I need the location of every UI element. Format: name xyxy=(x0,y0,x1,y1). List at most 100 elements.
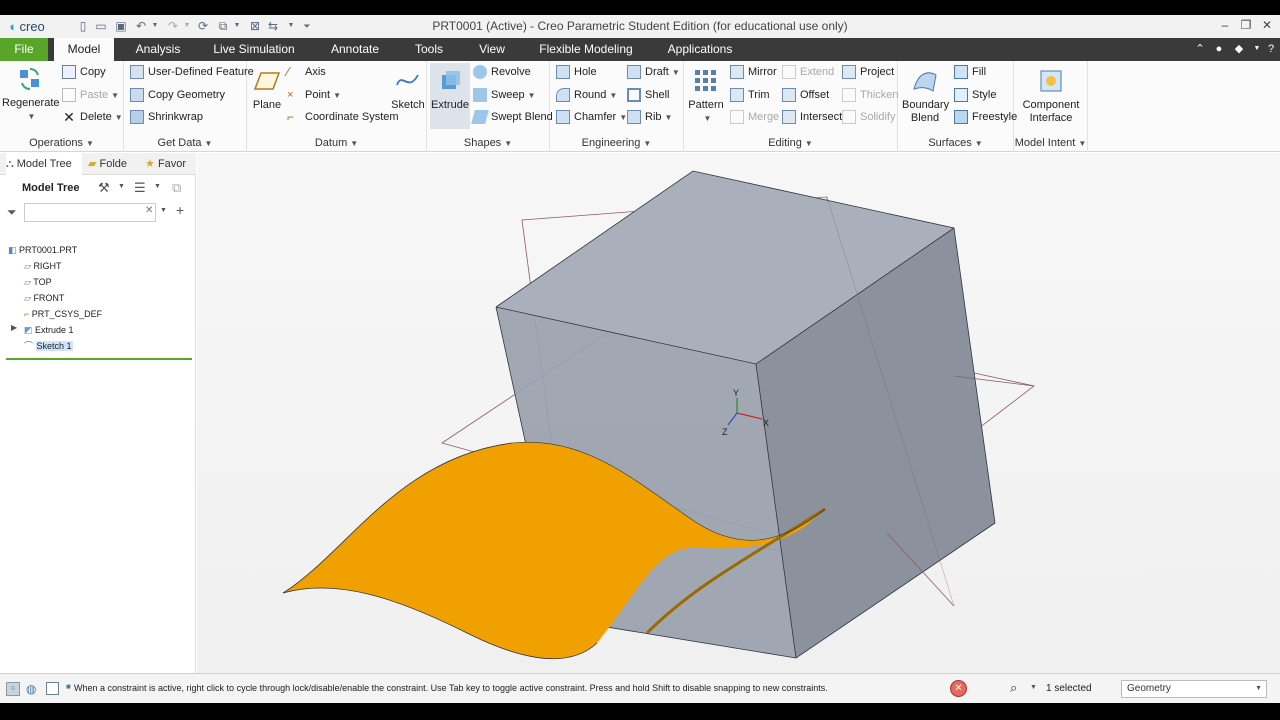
maximize-icon[interactable]: ❐ xyxy=(1237,18,1255,34)
intersect-button[interactable]: Intersect xyxy=(782,108,842,126)
project-button[interactable]: Project xyxy=(842,63,894,81)
clear-search-icon[interactable]: ✕ xyxy=(145,205,153,216)
round-button[interactable]: Round ▼ xyxy=(556,86,617,104)
csys-button[interactable]: ⌐ Coordinate System xyxy=(287,108,399,126)
open-folder-icon[interactable]: ▭ xyxy=(94,19,108,33)
group-label-engineering[interactable]: Engineering ▼ xyxy=(550,137,683,149)
tree-item-top[interactable]: ▱ TOP xyxy=(24,274,52,290)
group-label-shapes[interactable]: Shapes ▼ xyxy=(427,137,549,149)
tree-item-part[interactable]: ◧ PRT0001.PRT xyxy=(8,242,77,258)
offset-button[interactable]: Offset xyxy=(782,86,829,104)
draft-button[interactable]: Draft ▼ xyxy=(627,63,680,81)
tab-flexible-modeling[interactable]: Flexible Modeling xyxy=(530,38,642,61)
solidify-button[interactable]: Solidify xyxy=(842,108,895,126)
axis-button[interactable]: ⁄ Axis xyxy=(287,63,326,81)
tab-view[interactable]: View xyxy=(470,38,514,61)
sketch-button[interactable]: Sketch xyxy=(391,67,425,112)
fill-button[interactable]: Fill xyxy=(954,63,986,81)
thicken-button[interactable]: Thicken xyxy=(842,86,899,104)
extrude-button[interactable]: Extrude xyxy=(430,63,470,129)
group-label-editing[interactable]: Editing ▼ xyxy=(684,137,897,149)
find-icon[interactable]: ⌕ xyxy=(1010,680,1017,696)
learning-icon[interactable]: ◆ xyxy=(1232,42,1246,56)
undo-dropdown-icon[interactable]: ▼ xyxy=(148,19,162,33)
tree-show-dropdown-icon[interactable]: ▼ xyxy=(154,183,161,190)
point-button[interactable]: × Point ▼ xyxy=(287,86,341,104)
tab-tools[interactable]: Tools xyxy=(404,38,454,61)
switch-icon[interactable]: ⇆ xyxy=(266,19,280,33)
tree-show-icon[interactable]: ☰ xyxy=(134,180,146,196)
copy-geometry-button[interactable]: Copy Geometry xyxy=(130,86,225,104)
regenerate-icon[interactable]: ⟳ xyxy=(196,19,210,33)
component-interface-button[interactable]: Component Interface xyxy=(1018,67,1084,125)
tab-live-simulation[interactable]: Live Simulation xyxy=(204,38,304,61)
copy-button[interactable]: Copy xyxy=(62,63,106,81)
rib-button[interactable]: Rib ▼ xyxy=(627,108,672,126)
show-navigator-icon[interactable]: ⁘ xyxy=(6,682,20,696)
trim-button[interactable]: Trim xyxy=(730,86,770,104)
tree-item-sketch[interactable]: ⌒ Sketch 1 xyxy=(24,338,73,354)
insert-indicator[interactable] xyxy=(6,358,192,360)
close-window-icon[interactable]: ⊠ xyxy=(248,19,262,33)
style-button[interactable]: Style xyxy=(954,86,996,104)
tree-settings-dropdown-icon[interactable]: ▼ xyxy=(118,183,125,190)
pattern-button[interactable]: Pattern ▼ xyxy=(686,67,726,125)
regeneration-status-icon[interactable]: ✕ xyxy=(950,680,967,697)
save-icon[interactable]: ▣ xyxy=(114,19,128,33)
tab-file[interactable]: File xyxy=(0,38,48,61)
group-label-surfaces[interactable]: Surfaces ▼ xyxy=(898,137,1013,149)
customize-qat-icon[interactable]: ⏷ xyxy=(300,19,314,33)
boundary-blend-button[interactable]: Boundary Blend xyxy=(902,67,949,125)
full-screen-icon[interactable] xyxy=(46,682,59,695)
windows-dropdown-icon[interactable]: ▼ xyxy=(230,19,244,33)
group-label-operations[interactable]: Operations ▼ xyxy=(0,137,123,149)
tab-applications[interactable]: Applications xyxy=(660,38,740,61)
add-filter-icon[interactable]: + xyxy=(176,202,184,218)
tab-analysis[interactable]: Analysis xyxy=(126,38,190,61)
chamfer-button[interactable]: Chamfer ▼ xyxy=(556,108,627,126)
show-browser-icon[interactable]: ◍ xyxy=(26,682,36,696)
mirror-button[interactable]: Mirror xyxy=(730,63,777,81)
swept-blend-button[interactable]: Swept Blend xyxy=(471,108,553,126)
help-icon[interactable]: ? xyxy=(1264,42,1278,56)
tab-favorites[interactable]: ★ Favor xyxy=(145,153,193,175)
user-icon[interactable]: ● xyxy=(1212,42,1226,56)
group-label-get-data[interactable]: Get Data ▼ xyxy=(124,137,246,149)
plane-button[interactable]: Plane xyxy=(251,67,283,112)
paste-button[interactable]: Paste ▼ xyxy=(62,86,119,104)
undo-icon[interactable]: ↶ xyxy=(134,19,148,33)
group-label-model-intent[interactable]: Model Intent ▼ xyxy=(1014,137,1087,149)
new-file-icon[interactable]: ▯ xyxy=(76,19,90,33)
tree-search-input[interactable] xyxy=(24,203,156,222)
switch-dropdown-icon[interactable]: ▼ xyxy=(284,19,298,33)
regenerate-button[interactable]: Regenerate ▼ xyxy=(2,65,60,123)
find-dropdown-icon[interactable]: ▼ xyxy=(1030,684,1037,691)
delete-button[interactable]: ✕ Delete ▼ xyxy=(62,108,123,126)
expand-arrow-icon[interactable]: ▶ xyxy=(11,323,17,332)
group-label-datum[interactable]: Datum ▼ xyxy=(247,137,426,149)
windows-icon[interactable]: ⧉ xyxy=(216,19,230,33)
freestyle-button[interactable]: Freestyle xyxy=(954,108,1017,126)
close-icon[interactable]: ✕ xyxy=(1258,18,1276,34)
hole-button[interactable]: Hole xyxy=(556,63,597,81)
3d-model-view[interactable]: Y Z X PRT xyxy=(197,153,1280,673)
shell-button[interactable]: Shell xyxy=(627,86,669,104)
udf-button[interactable]: User-Defined Feature xyxy=(130,63,254,81)
learning-dropdown-icon[interactable]: ▼ xyxy=(1250,42,1264,56)
tab-model-tree[interactable]: ⛬ Model Tree xyxy=(6,153,82,175)
redo-icon[interactable]: ↷ xyxy=(166,19,180,33)
tab-model[interactable]: Model xyxy=(54,38,114,61)
tab-folder-browser[interactable]: ▰ Folde xyxy=(88,153,132,175)
graphics-window[interactable]: Y Z X PRT xyxy=(197,153,1280,673)
extend-button[interactable]: Extend xyxy=(782,63,834,81)
search-dropdown-icon[interactable]: ▼ xyxy=(160,207,167,214)
tree-item-right[interactable]: ▱ RIGHT xyxy=(24,258,61,274)
tree-item-extrude[interactable]: ◩ Extrude 1 xyxy=(24,322,74,338)
tab-annotate[interactable]: Annotate xyxy=(318,38,392,61)
tree-item-front[interactable]: ▱ FRONT xyxy=(24,290,64,306)
tree-settings-icon[interactable]: ⚒ xyxy=(98,180,110,196)
redo-dropdown-icon[interactable]: ▼ xyxy=(180,19,194,33)
merge-button[interactable]: Merge xyxy=(730,108,779,126)
tree-item-csys[interactable]: ⌐ PRT_CSYS_DEF xyxy=(24,306,102,322)
sweep-button[interactable]: Sweep ▼ xyxy=(473,86,536,104)
